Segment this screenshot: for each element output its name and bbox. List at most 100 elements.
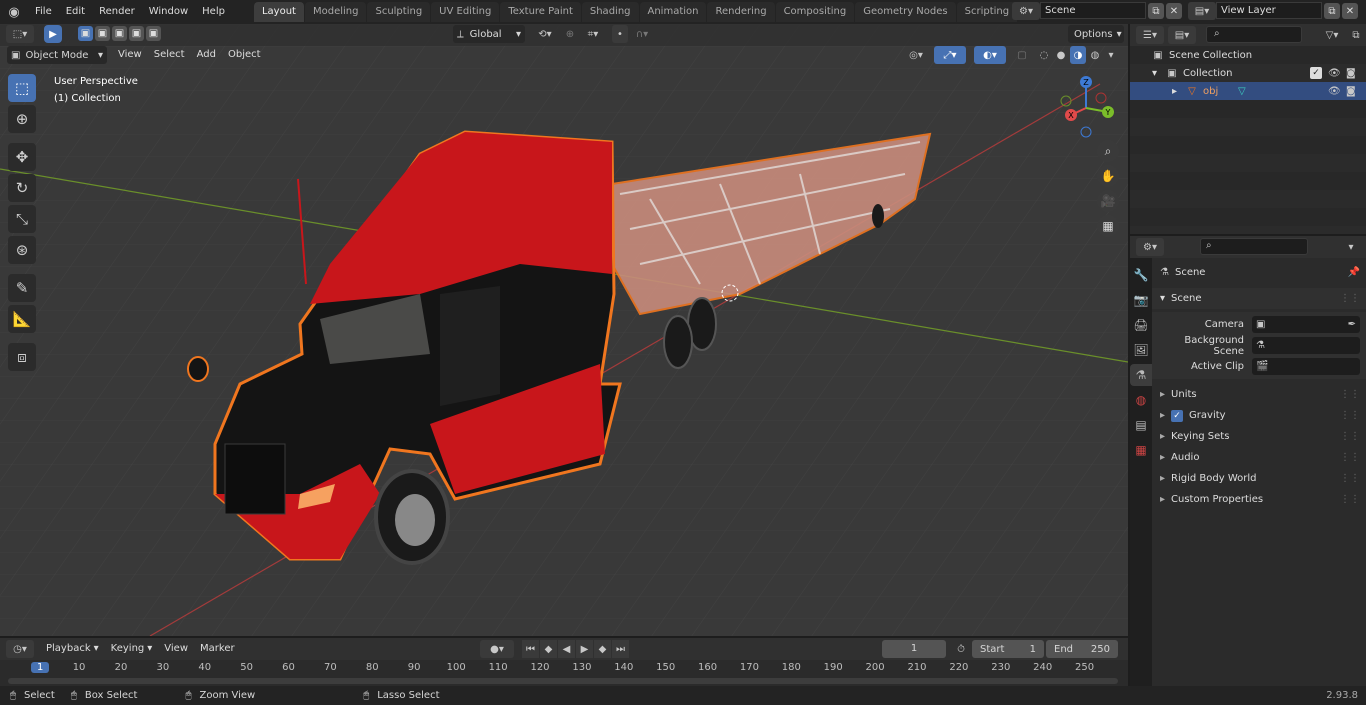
field-value-input[interactable]: ⚗ [1252,337,1360,354]
drag-handle-icon[interactable]: ⋮⋮ [1340,431,1360,442]
render-tab-icon[interactable]: 📷 [1130,289,1152,311]
timeline-menu-playback[interactable]: Playback ▾ [40,639,105,659]
jump-end-icon[interactable]: ⏭ [612,640,629,658]
pan-hand-icon[interactable]: ✋ [1097,165,1119,187]
measure-tool-icon[interactable]: 📐 [8,305,36,333]
tab-shading[interactable]: Shading [581,2,639,22]
drag-handle-icon[interactable]: ⋮⋮ [1340,410,1360,421]
options-dropdown[interactable]: Options ▾ [1068,25,1124,43]
properties-editor-type-icon[interactable]: ⚙▾ [1136,238,1164,256]
xray-toggle-icon[interactable]: ▢ [1014,46,1030,64]
section-keying-sets[interactable]: ▸ Keying Sets ⋮⋮ [1152,426,1366,447]
expand-arrow-icon[interactable]: ▾ [1152,68,1164,79]
camera-icon[interactable]: ◙ [1346,86,1356,97]
solid-shading-icon[interactable]: ● [1053,46,1069,64]
gravity-checkbox-icon[interactable]: ✓ [1171,409,1184,422]
wireframe-shading-icon[interactable]: ◌ [1036,46,1052,64]
menu-file[interactable]: File [28,2,59,22]
jump-start-icon[interactable]: ⏮ [522,640,539,658]
tab-texture-paint[interactable]: Texture Paint [500,2,581,22]
tab-sculpting[interactable]: Sculpting [367,2,431,22]
collection-tab-icon[interactable]: ▤ [1130,414,1152,436]
menu-help[interactable]: Help [195,2,232,22]
transform-tool-icon[interactable]: ⊛ [8,236,36,264]
play-reverse-icon[interactable]: ◀ [558,640,575,658]
outliner-editor-type-icon[interactable]: ☰▾ [1136,26,1164,44]
prev-keyframe-icon[interactable]: ◆ [540,640,557,658]
tab-compositing[interactable]: Compositing [775,2,855,22]
select-new-icon[interactable]: ▣ [78,26,93,41]
timeline-menu-marker[interactable]: Marker [194,639,241,659]
overlay-toggle-icon[interactable]: ◐▾ [974,46,1006,64]
cursor-tool-icon[interactable]: ⊕ [8,105,36,133]
tab-layout[interactable]: Layout [253,2,304,22]
scale-tool-icon[interactable]: ⤡ [8,205,36,233]
annotate-tool-icon[interactable]: ✎ [8,274,36,302]
3d-viewport[interactable]: ⬚▾ ▶ ▣ ▣ ▣ ▣ ▣ ⟂ Global ▾ ⟲▾ ⊕ ⌗▾ • ∩▾ O… [0,24,1128,636]
outliner-row-obj[interactable]: ▸ ▽ obj ▽ 👁 ◙ [1130,82,1366,100]
play-icon[interactable]: ▶ [576,640,593,658]
blender-logo-icon[interactable]: ◉ [0,2,28,22]
tab-rendering[interactable]: Rendering [707,2,775,22]
section-custom-properties[interactable]: ▸ Custom Properties ⋮⋮ [1152,489,1366,510]
move-tool-icon[interactable]: ✥ [8,143,36,171]
outliner-search-input[interactable] [1206,26,1302,43]
select-intersect-icon[interactable]: ▣ [146,26,161,41]
select-invert-icon[interactable]: ▣ [129,26,144,41]
eye-icon[interactable]: 👁 [1328,86,1341,97]
outliner-row-collection[interactable]: ▾ ▣ Collection ✓ 👁 ◙ [1130,64,1366,82]
view-layer-field[interactable]: View Layer [1216,2,1322,19]
visibility-icon[interactable]: ◎▾ [902,46,930,64]
viewport-menu-add[interactable]: Add [191,45,222,65]
drag-handle-icon[interactable]: ⋮⋮ [1340,473,1360,484]
panel-scene-header[interactable]: ▾ Scene ⋮⋮ [1152,288,1366,309]
select-tool-icon[interactable]: ▶ [44,25,62,43]
timeline-scrollbar[interactable] [8,678,1118,684]
select-extend-icon[interactable]: ▣ [95,26,110,41]
section-units[interactable]: ▸ Units ⋮⋮ [1152,384,1366,405]
tab-animation[interactable]: Animation [639,2,707,22]
outliner-row-scene-collection[interactable]: ▣ Scene Collection [1130,46,1366,64]
eye-icon[interactable]: 👁 [1328,68,1341,79]
tab-modeling[interactable]: Modeling [304,2,367,22]
tool-tab-icon[interactable]: 🔧 [1130,264,1152,286]
remove-scene-icon[interactable]: ✕ [1166,3,1182,19]
perspective-grid-icon[interactable]: ▦ [1097,215,1119,237]
zoom-icon[interactable]: ⌕ [1097,140,1119,162]
scene-field[interactable]: Scene [1040,2,1146,19]
eyedropper-icon[interactable]: ✒ [1348,319,1356,330]
display-mode-icon[interactable]: ▤▾ [1168,26,1196,44]
timeline-editor-type-icon[interactable]: ◷▾ [6,640,34,658]
viewport-menu-object[interactable]: Object [222,45,267,65]
chevron-down-icon[interactable]: ▾ [1104,46,1118,64]
gizmo-toggle-icon[interactable]: ⤢▾ [934,46,966,64]
drag-handle-icon[interactable]: ⋮⋮ [1340,452,1360,463]
drag-handle-icon[interactable]: ⋮⋮ [1340,293,1360,304]
viewport-menu-view[interactable]: View [112,45,148,65]
drag-handle-icon[interactable]: ⋮⋮ [1340,494,1360,505]
transform-orientation-dropdown[interactable]: ⟂ Global ▾ [453,25,525,43]
menu-edit[interactable]: Edit [59,2,92,22]
stopwatch-icon[interactable]: ⏱ [952,640,970,658]
scene-selector-icon[interactable]: ⚙▾ [1012,2,1040,20]
filter-icon[interactable]: ▽▾ [1320,26,1344,44]
add-cube-tool-icon[interactable]: ⧈ [8,343,36,371]
world-tab-icon[interactable]: ◍ [1130,389,1152,411]
editor-type-icon[interactable]: ⬚▾ [6,25,34,43]
snap-target-icon[interactable]: ⌗▾ [580,25,606,43]
remove-view-layer-icon[interactable]: ✕ [1342,3,1358,19]
new-scene-icon[interactable]: ⧉ [1148,3,1164,19]
output-tab-icon[interactable]: 🖨 [1130,314,1152,336]
select-box-tool-icon[interactable]: ⬚ [8,74,36,102]
tab-geometry-nodes[interactable]: Geometry Nodes [855,2,956,22]
viewport-menu-select[interactable]: Select [148,45,191,65]
current-frame-field[interactable]: 1 [882,640,946,658]
properties-search-input[interactable] [1200,238,1308,255]
exclude-checkbox-icon[interactable]: ✓ [1310,67,1322,79]
camera-view-icon[interactable]: 🎥 [1097,190,1119,212]
tab-uv-editing[interactable]: UV Editing [431,2,500,22]
timeline-ruler[interactable]: 1 10 20 30 40 50 60 70 80 90 100 110 120 130 140 150 160… [0,662,1128,676]
timeline-menu-view[interactable]: View [158,639,194,659]
start-frame-field[interactable]: Start 1 [972,640,1044,658]
camera-icon[interactable]: ◙ [1346,68,1356,79]
